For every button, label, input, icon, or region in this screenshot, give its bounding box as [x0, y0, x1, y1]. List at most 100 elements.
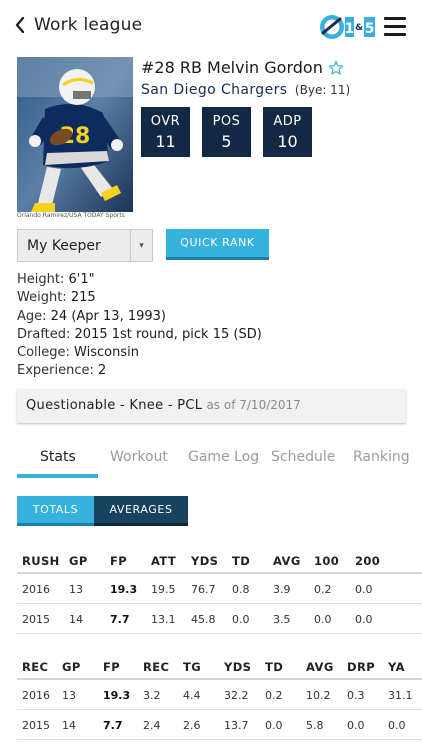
rec-stats-table: REC GP FP REC TG YDS TD AVG DRP YA 2016 …	[17, 651, 422, 740]
bio-experience: Experience: 2	[17, 363, 107, 379]
header-cell: TG	[183, 660, 202, 674]
back-label: Work league	[34, 15, 143, 35]
top-bar: Work league 1 & 5	[0, 0, 422, 54]
table-row: 2015 14 7.7 13.1 45.8 0.0 3.5 0.0 0.0	[17, 604, 422, 634]
table-cell: 13	[62, 689, 76, 702]
back-button[interactable]: Work league	[14, 14, 142, 36]
header-cell: AVG	[306, 660, 334, 674]
rank-boxes: OVR 11 POS 5 ADP 10	[141, 107, 324, 157]
header-cell: 200	[355, 554, 381, 568]
bio-college: College: Wisconsin	[17, 345, 139, 361]
quick-rank-button[interactable]: QUICK RANK	[166, 229, 269, 260]
svg-text:&: &	[355, 23, 363, 33]
chevron-left-icon	[15, 16, 25, 34]
table-cell: 0.0	[388, 719, 406, 732]
header-cell: FP	[110, 554, 128, 568]
table-cell: 3.5	[273, 613, 291, 626]
table-cell: 32.2	[224, 689, 249, 702]
bio-height: Height: 6'1"	[17, 272, 95, 287]
table-cell: 0.0	[265, 719, 283, 732]
totals-button[interactable]: TOTALS	[17, 496, 94, 526]
team-name: San Diego Chargers	[141, 82, 288, 98]
table-row: 2015 14 7.7 2.4 2.6 13.7 0.0 5.8 0.0 0.0	[17, 710, 422, 740]
header-cell: TD	[232, 554, 251, 568]
injury-text: Questionable - Knee - PCL	[26, 398, 203, 413]
header-cell: DRP	[347, 660, 376, 674]
table-cell: 0.8	[232, 583, 250, 596]
table-cell: 19.3	[103, 689, 131, 702]
header-cell: YA	[388, 660, 405, 674]
table-cell: 0.0	[314, 613, 332, 626]
ovr-value: 11	[155, 132, 176, 151]
injury-date: as of 7/10/2017	[206, 398, 301, 412]
table-cell: 0.0	[355, 613, 373, 626]
table-cell: 19.3	[110, 583, 138, 596]
bio-age: Age: 24 (Apr 13, 1993)	[17, 308, 166, 324]
totals-averages-toggle: TOTALS AVERAGES	[17, 496, 188, 526]
table-cell: 2016	[22, 583, 50, 596]
bio-weight: Weight: 215	[17, 290, 96, 306]
header-cell: YDS	[191, 554, 219, 568]
keeper-select[interactable]: My Keeper ▾	[17, 229, 153, 262]
table-cell: 7.7	[110, 613, 130, 626]
table-cell: 2016	[22, 689, 50, 702]
chevron-down-icon: ▾	[130, 230, 152, 261]
table-cell: 2.6	[183, 719, 201, 732]
tab-workout[interactable]: Workout	[110, 449, 168, 465]
ovr-box: OVR 11	[141, 107, 190, 157]
tab-schedule[interactable]: Schedule	[271, 449, 335, 465]
averages-button[interactable]: AVERAGES	[94, 496, 188, 526]
header-cell: 100	[314, 554, 340, 568]
svg-text:1: 1	[345, 21, 355, 37]
pos-label: POS	[212, 114, 241, 129]
hamburger-menu-icon[interactable]	[384, 17, 406, 37]
rush-stats-table: RUSH GP FP ATT YDS TD AVG 100 200 2016 1…	[17, 545, 422, 634]
header-cell: GP	[62, 660, 81, 674]
header-cell: GP	[69, 554, 88, 568]
header-cell: REC	[143, 660, 170, 674]
pos-value: 5	[221, 132, 232, 151]
table-cell: 13.7	[224, 719, 249, 732]
table-cell: 13	[69, 583, 83, 596]
tab-game-log[interactable]: Game Log	[188, 449, 259, 465]
header-cell: RUSH	[22, 554, 60, 568]
table-cell: 31.1	[388, 689, 413, 702]
table-cell: 7.7	[103, 719, 123, 732]
header-cell: ATT	[151, 554, 177, 568]
table-cell: 13.1	[151, 613, 176, 626]
ovr-label: OVR	[150, 114, 181, 129]
table-cell: 2015	[22, 613, 50, 626]
table-cell: 0.3	[347, 689, 365, 702]
table-cell: 14	[62, 719, 76, 732]
bye-week: (Bye: 11)	[294, 83, 351, 97]
svg-text:5: 5	[365, 21, 375, 37]
table-cell: 0.0	[232, 613, 250, 626]
active-tab-indicator	[17, 474, 98, 478]
adp-value: 10	[277, 132, 298, 151]
table-row: 2016 13 19.3 3.2 4.4 32.2 0.2 10.2 0.3 3…	[17, 680, 422, 710]
table-cell: 0.2	[314, 583, 332, 596]
header-cell: AVG	[273, 554, 301, 568]
tab-ranking[interactable]: Ranking	[353, 449, 410, 465]
injury-status: Questionable - Knee - PCL as of 7/10/201…	[17, 389, 406, 423]
player-bio: Height: 6'1" Weight: 215 Age: 24 (Apr 13…	[17, 271, 262, 381]
adp-label: ADP	[273, 114, 302, 129]
app-logo: 1 & 5	[320, 15, 375, 39]
star-icon[interactable]	[328, 60, 344, 76]
header-cell: FP	[103, 660, 121, 674]
table-cell: 2.4	[143, 719, 161, 732]
table-cell: 5.8	[306, 719, 324, 732]
table-cell: 45.8	[191, 613, 216, 626]
tab-stats[interactable]: Stats	[40, 449, 76, 465]
keeper-select-value: My Keeper	[27, 237, 101, 254]
table-row: 2016 13 19.3 19.5 76.7 0.8 3.9 0.2 0.0	[17, 574, 422, 604]
table-cell: 0.0	[355, 583, 373, 596]
table-cell: 2015	[22, 719, 50, 732]
table-header: REC GP FP REC TG YDS TD AVG DRP YA	[17, 651, 422, 680]
player-name: #28 RB Melvin Gordon	[141, 58, 344, 77]
team-line: San Diego Chargers (Bye: 11)	[141, 82, 350, 98]
pos-box: POS 5	[202, 107, 251, 157]
table-cell: 19.5	[151, 583, 176, 596]
table-cell: 76.7	[191, 583, 216, 596]
player-photo: 28	[17, 57, 133, 212]
